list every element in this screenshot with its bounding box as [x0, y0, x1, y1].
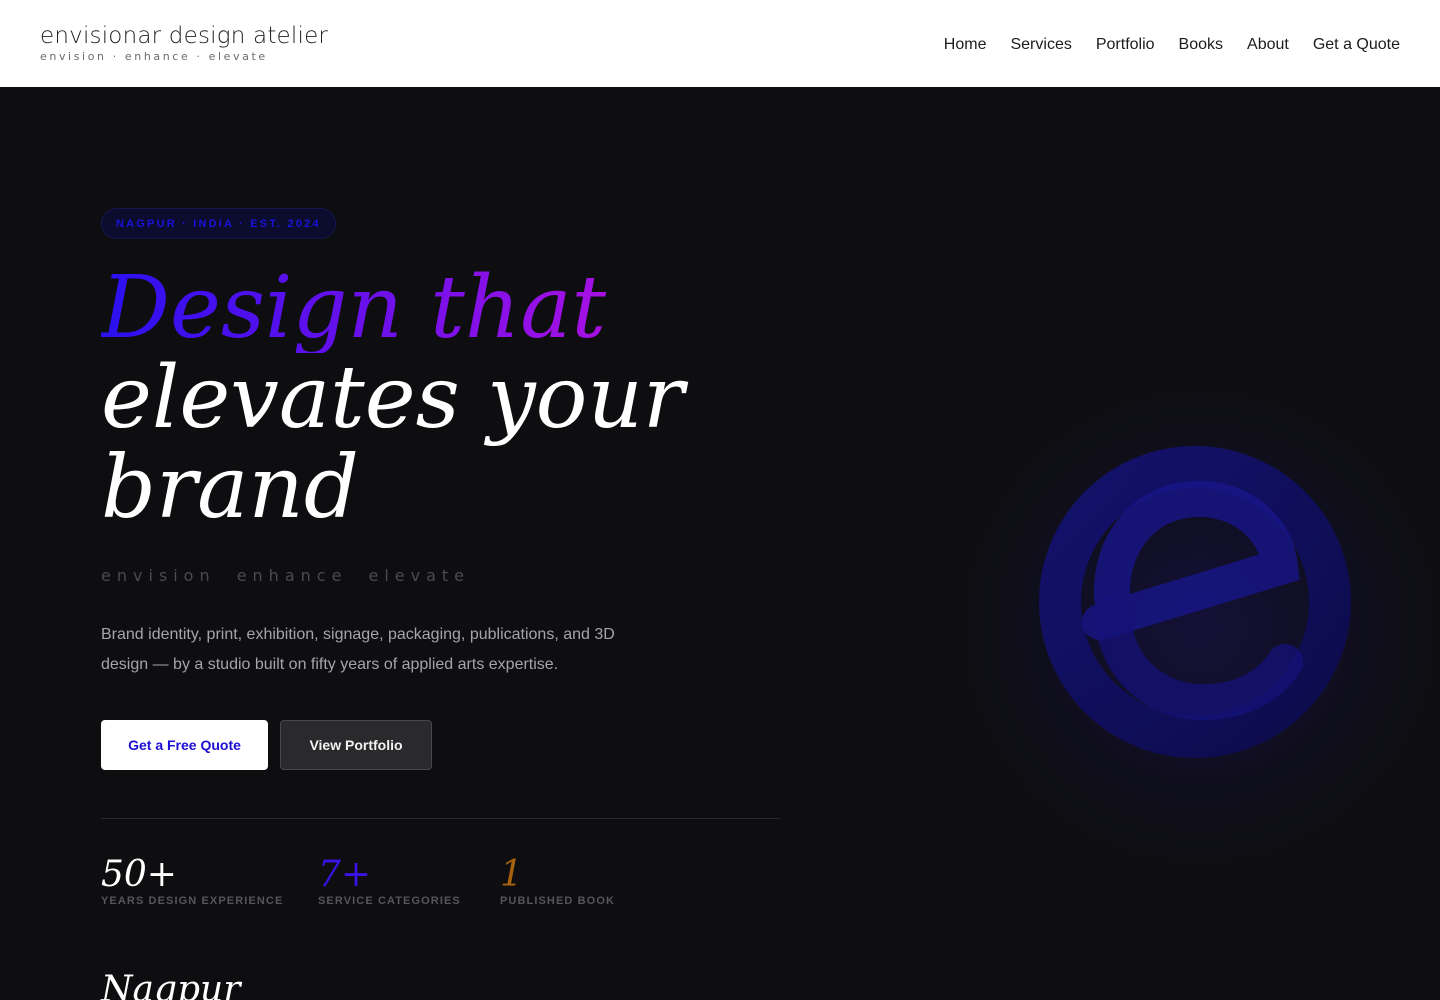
hero-section: NAGPUR · INDIA · EST. 2024 Design that e…	[0, 87, 1440, 1000]
brand-logo[interactable]: envisionar design atelier envision · enh…	[40, 23, 328, 64]
stats-divider	[101, 818, 780, 819]
hero-tagline: envision enhance elevate	[101, 566, 471, 585]
headline-gradient-line: Design that	[101, 263, 821, 353]
nav-portfolio[interactable]: Portfolio	[1096, 36, 1155, 54]
get-free-quote-button[interactable]: Get a Free Quote	[101, 720, 268, 770]
stat-label: YEARS DESIGN EXPERIENCE	[101, 895, 284, 907]
headline-line-2: elevates your	[101, 348, 684, 448]
brand-name: envisionar design atelier	[40, 23, 329, 49]
location-badge: NAGPUR · INDIA · EST. 2024	[101, 208, 336, 239]
stat-service-categories: 7+ SERVICE CATEGORIES	[318, 853, 461, 907]
e-logo-icon	[1039, 446, 1351, 758]
site-header: envisionar design atelier envision · enh…	[0, 0, 1440, 87]
stat-value: 50+	[101, 854, 177, 895]
nav-get-a-quote[interactable]: Get a Quote	[1313, 36, 1400, 54]
headline-line-3: brand	[101, 438, 359, 538]
main-nav: Home Services Portfolio Books About Get …	[944, 34, 1400, 54]
view-portfolio-button[interactable]: View Portfolio	[280, 720, 432, 770]
nav-books[interactable]: Books	[1179, 36, 1223, 54]
stat-label: PUBLISHED BOOK	[500, 895, 616, 907]
nav-about[interactable]: About	[1247, 36, 1289, 54]
nav-home[interactable]: Home	[944, 36, 987, 54]
stat-label: SERVICE CATEGORIES	[318, 895, 461, 907]
city-heading: Nagpur	[101, 969, 241, 1000]
stat-value: 1	[500, 854, 523, 895]
stat-published-book: 1 PUBLISHED BOOK	[500, 853, 615, 907]
brand-tagline: envision · enhance · elevate	[40, 50, 268, 63]
hero-description: Brand identity, print, exhibition, signa…	[101, 626, 615, 673]
stat-value: 7+	[318, 854, 372, 895]
nav-services[interactable]: Services	[1010, 36, 1071, 54]
hero-headline: Design that elevates your brand	[101, 263, 821, 533]
stat-years-experience: 50+ YEARS DESIGN EXPERIENCE	[101, 853, 283, 907]
